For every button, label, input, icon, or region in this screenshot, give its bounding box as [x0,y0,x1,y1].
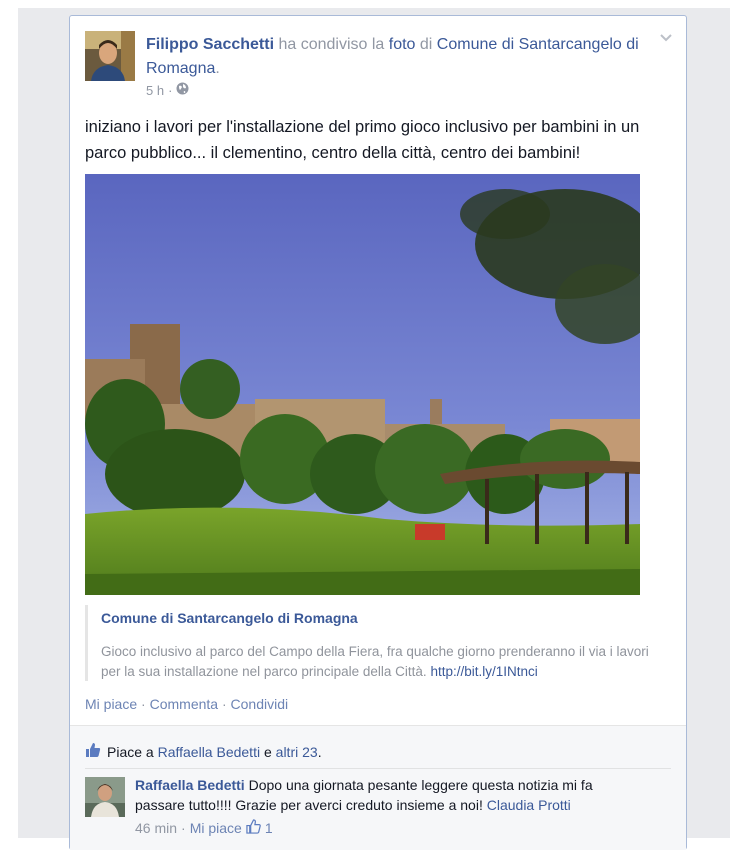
thumbs-up-icon [85,742,101,761]
thumbs-up-icon [246,819,261,837]
globe-icon [176,82,189,98]
post-time[interactable]: 5 h [146,83,164,98]
post-body: iniziano i lavori per l'installazione de… [85,118,640,162]
comment-body: Raffaella Bedetti Dopo una giornata pesa… [135,775,615,815]
actions-sep-1: · [137,696,150,712]
likes-summary: Piace a Raffaella Bedetti e altri 23. [85,742,322,761]
of-label: di [415,36,437,53]
commenter-avatar[interactable] [85,777,125,817]
comment-like-button[interactable]: Mi piace [190,820,242,836]
author-name[interactable]: Filippo Sacchetti [146,36,274,53]
post-card: Filippo Sacchetti ha condiviso la foto d… [69,15,687,850]
shared-label: ha condiviso la [274,36,389,53]
comment-button[interactable]: Commenta [150,696,218,712]
photo-link[interactable]: foto [389,36,416,53]
likes-middle: e [260,743,276,760]
commenter-name[interactable]: Raffaella Bedetti [135,777,245,793]
chevron-down-icon[interactable] [658,30,674,46]
header-period: . [215,60,220,77]
mention-link[interactable]: Claudia Protti [487,797,571,813]
author-avatar[interactable] [85,31,135,81]
comment-meta: 46 min · Mi piace 1 [135,819,273,837]
post-header: Filippo Sacchetti ha condiviso la foto d… [146,33,646,81]
others-link[interactable]: altri 23 [276,744,318,760]
meta-dot: · [168,82,173,98]
feedback-section: Piace a Raffaella Bedetti e altri 23. Ra… [70,725,686,850]
comment-time[interactable]: 46 min [135,820,177,836]
shared-link-preview[interactable]: Comune di Santarcangelo di Romagna Gioco… [85,605,673,681]
comment-like-count[interactable]: 1 [265,820,273,836]
like-button[interactable]: Mi piace [85,696,137,712]
actions-sep-2: · [218,696,231,712]
shared-short-link[interactable]: http://bit.ly/1INtnci [430,664,537,679]
likes-text: Piace a Raffaella Bedetti e altri 23. [107,744,322,760]
post-actions: Mi piace · Commenta · Condividi [85,696,288,712]
shared-page-title[interactable]: Comune di Santarcangelo di Romagna [101,610,358,626]
share-button[interactable]: Condividi [231,696,289,712]
liker-name[interactable]: Raffaella Bedetti [158,744,260,760]
shared-description: Gioco inclusivo al parco del Campo della… [101,642,669,682]
likes-suffix: . [317,743,322,760]
shared-description-text: Gioco inclusivo al parco del Campo della… [101,644,649,679]
post-meta: 5 h · [146,82,189,98]
likes-prefix: Piace a [107,743,158,760]
shared-photo[interactable] [85,174,640,595]
divider [85,768,671,769]
comment-meta-dot: · [181,820,186,836]
